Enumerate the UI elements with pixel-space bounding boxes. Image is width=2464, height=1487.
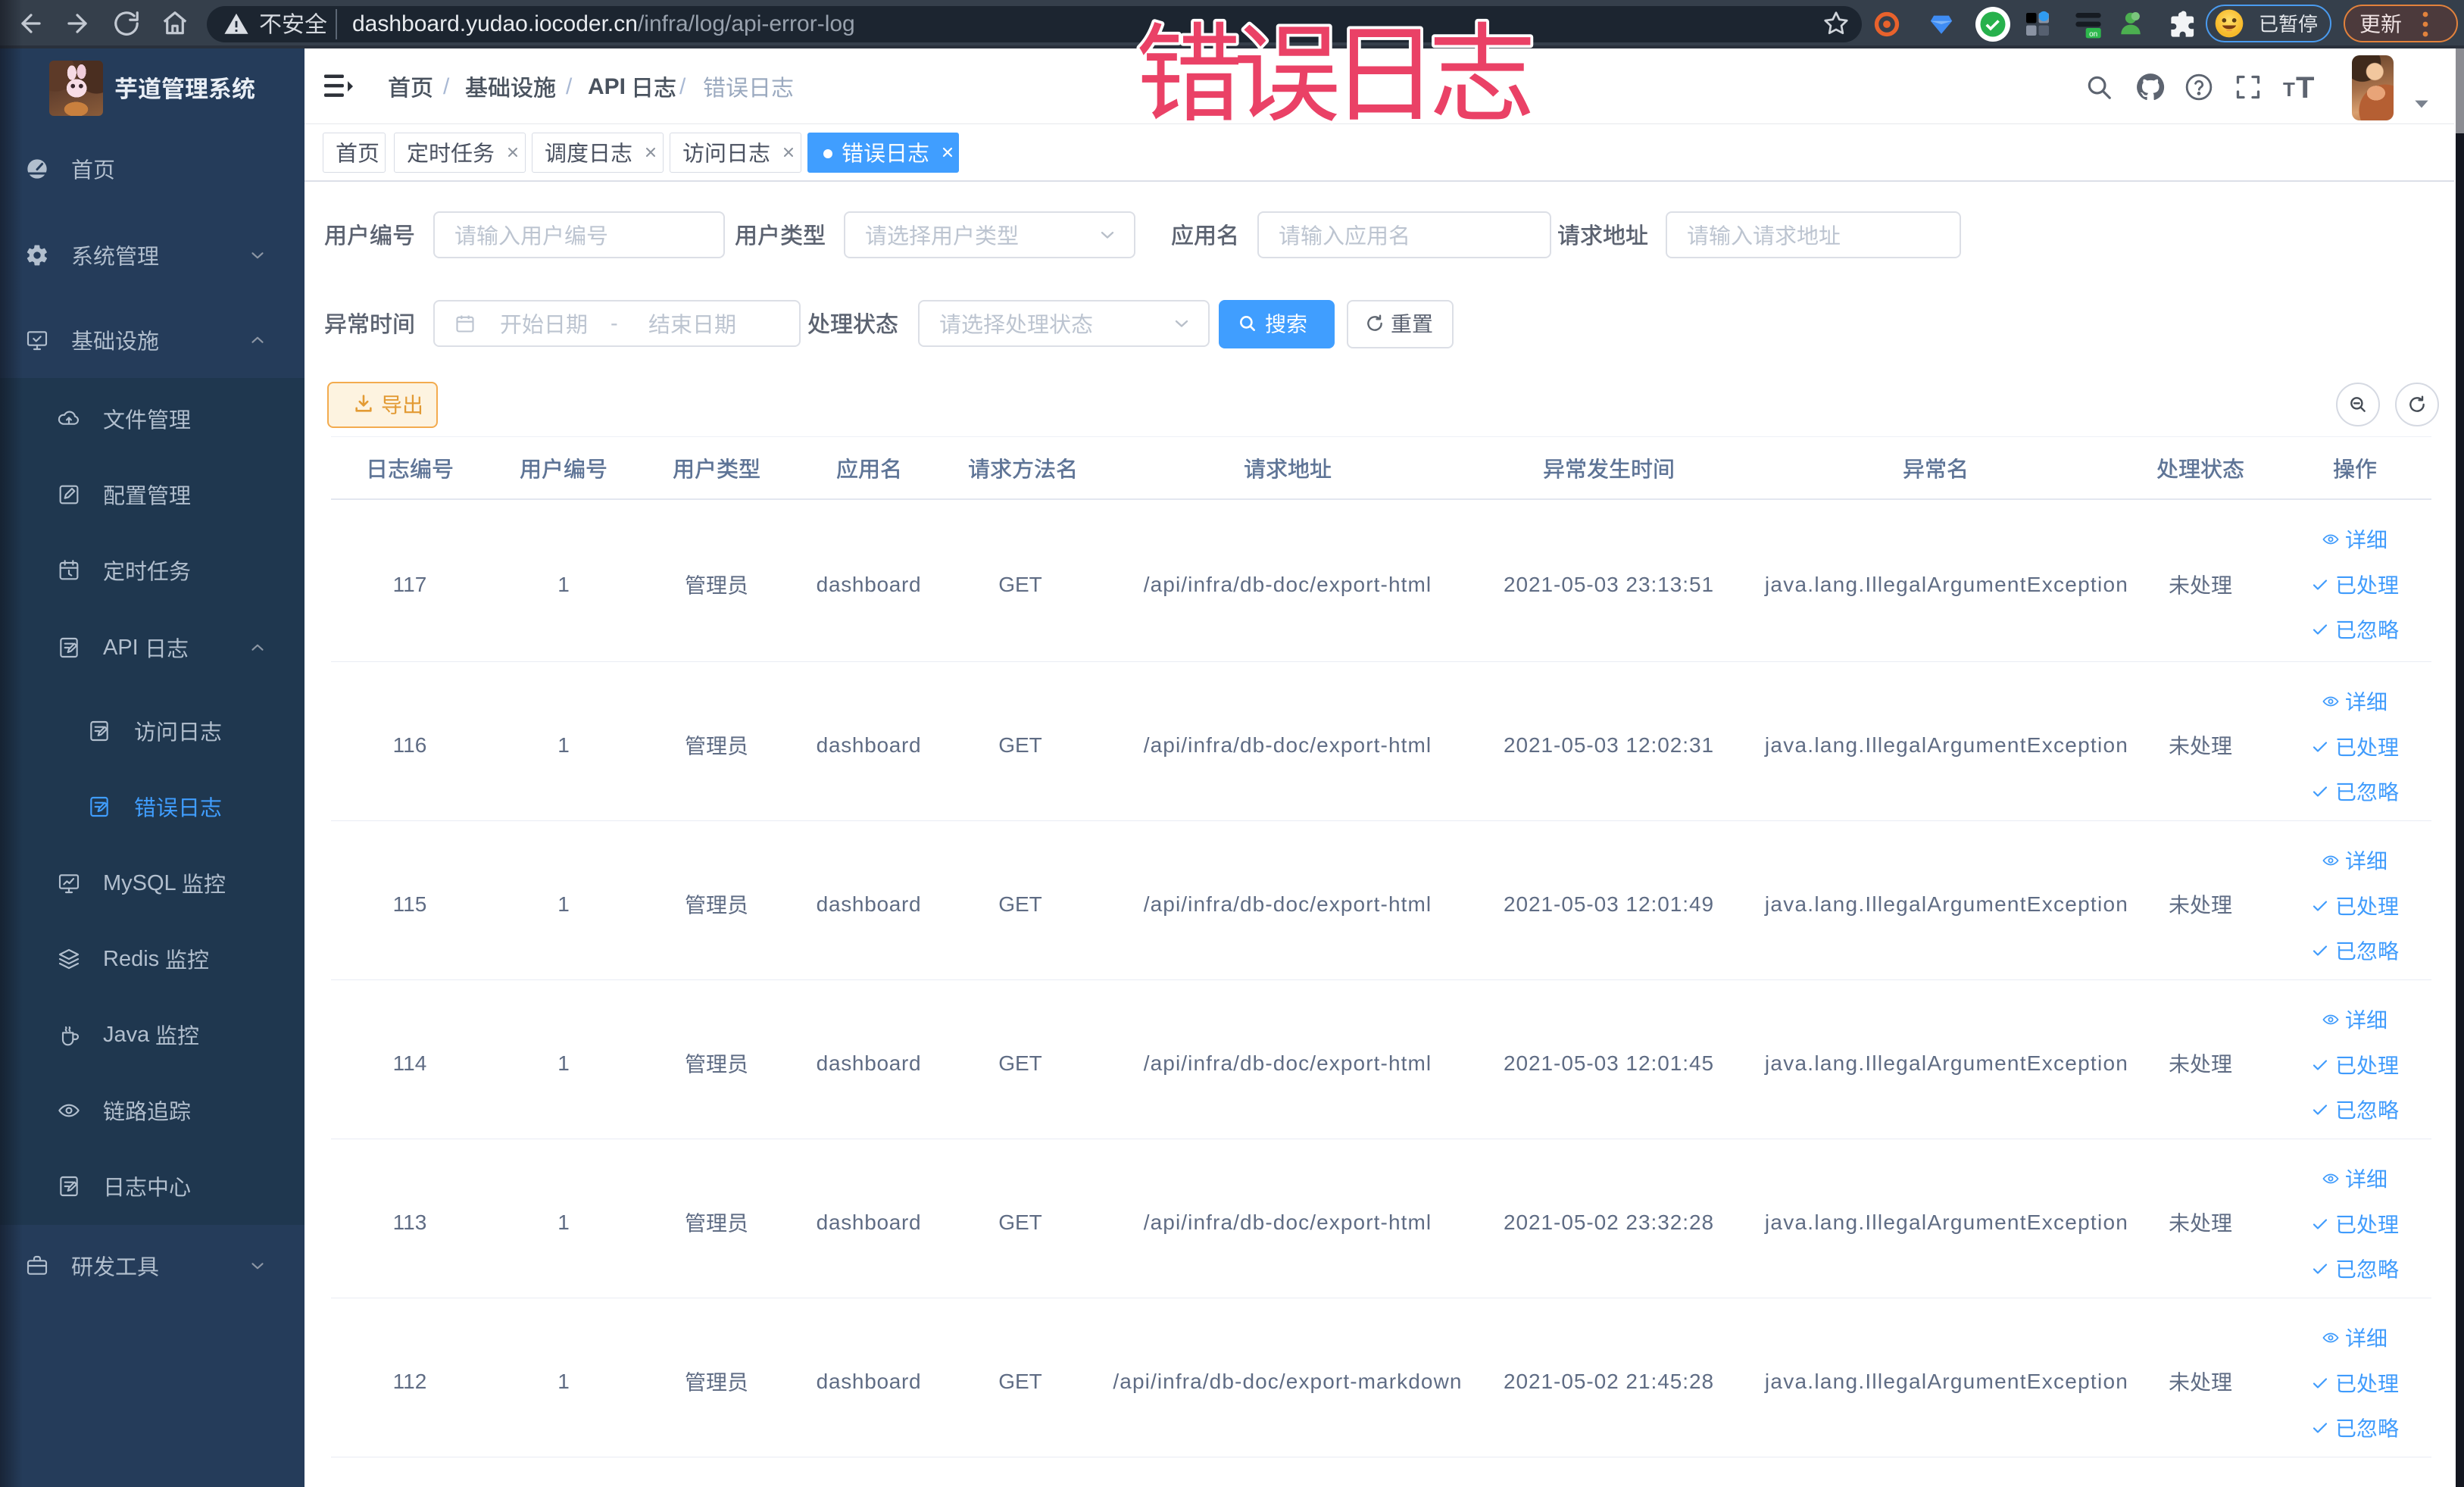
svg-text:on: on [2089,30,2097,39]
